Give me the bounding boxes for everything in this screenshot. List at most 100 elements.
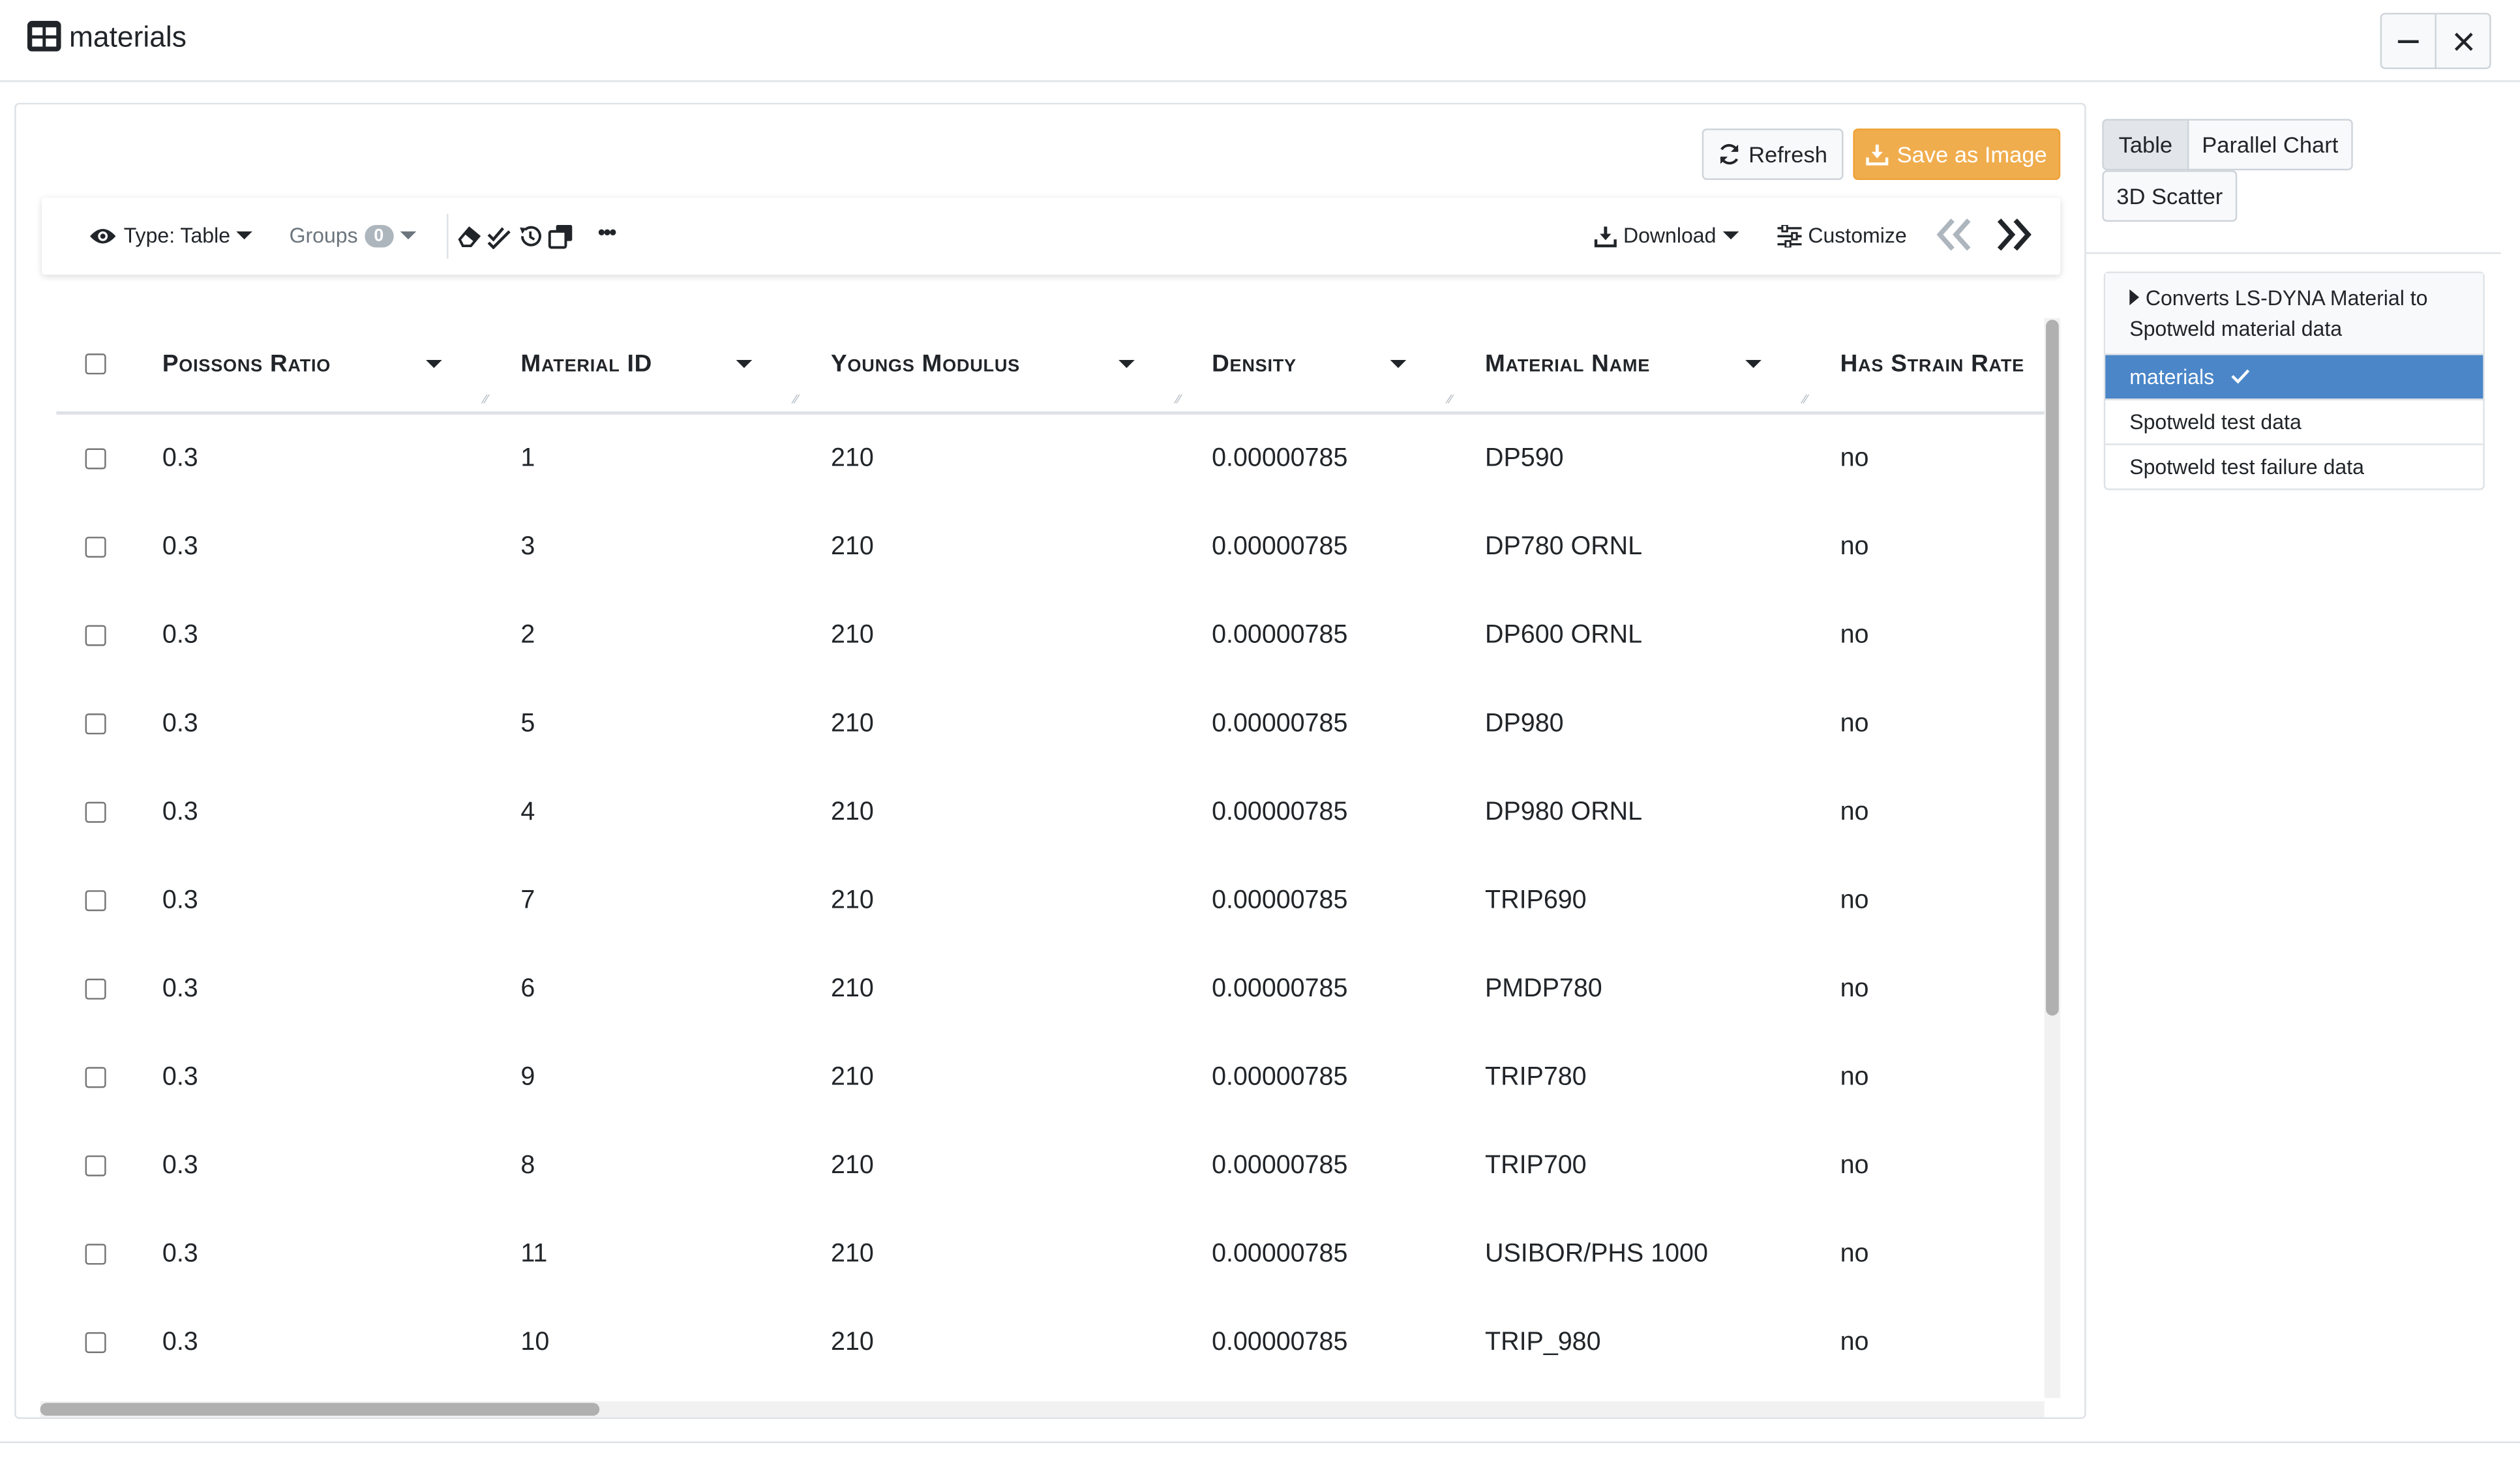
resize-handle[interactable]: ⁄⁄ (1803, 392, 1808, 406)
refresh-icon (1720, 143, 1739, 165)
table-row[interactable]: 0.3 2 210 0.00000785 DP600 ORNL no (56, 591, 2044, 680)
row-checkbox[interactable] (85, 448, 106, 470)
history-icon[interactable] (518, 224, 543, 249)
download-icon (1594, 226, 1617, 247)
close-button[interactable] (2435, 14, 2489, 68)
cell-poissons-ratio: 0.3 (162, 533, 198, 561)
table-row[interactable]: 0.3 9 210 0.00000785 TRIP780 no (56, 1034, 2044, 1122)
more-options-button[interactable]: ••• (598, 220, 617, 245)
groups-dropdown[interactable]: Groups 0 (290, 224, 416, 248)
cell-has-strain-rate: no (1840, 445, 1869, 473)
cell-material-name: DP980 ORNL (1485, 798, 1643, 826)
save-as-image-label: Save as Image (1897, 141, 2047, 168)
bottom-divider (0, 1441, 2520, 1443)
table-row[interactable]: 0.3 5 210 0.00000785 DP980 no (56, 679, 2044, 768)
table-row[interactable]: 0.3 11 210 0.00000785 USIBOR/PHS 1000 no (56, 1210, 2044, 1299)
dataset-item-label: Spotweld test data (2129, 410, 2302, 434)
cell-density: 0.00000785 (1212, 1240, 1348, 1268)
dataset-item-label: Spotweld test failure data (2129, 455, 2364, 479)
download-dropdown[interactable]: Download (1594, 224, 1739, 248)
table-header: Poissons Ratio ⁄⁄ Material ID ⁄⁄ Youngs … (56, 318, 2045, 415)
table-row[interactable]: 0.3 7 210 0.00000785 TRIP690 no (56, 856, 2044, 945)
caret-right-icon (2129, 289, 2139, 306)
cell-has-strain-rate: no (1840, 887, 1869, 915)
cell-poissons-ratio: 0.3 (162, 445, 198, 473)
row-checkbox[interactable] (85, 1155, 106, 1176)
dataset-item-spotweld-test-failure-data[interactable]: Spotweld test failure data (2105, 445, 2483, 489)
cell-material-id: 9 (520, 1064, 535, 1092)
dataset-item-materials[interactable]: materials (2105, 355, 2483, 400)
resize-handle[interactable]: ⁄⁄ (484, 392, 488, 406)
eraser-icon[interactable] (457, 224, 482, 249)
cell-poissons-ratio: 0.3 (162, 710, 198, 738)
sort-caret-icon[interactable] (426, 360, 442, 368)
column-header-material-name[interactable]: Material Name (1485, 350, 1650, 378)
customize-button[interactable]: Customize (1777, 224, 1907, 248)
cell-youngs-modulus: 210 (831, 710, 874, 738)
column-header-poissons-ratio[interactable]: Poissons Ratio (162, 350, 331, 378)
cell-density: 0.00000785 (1212, 710, 1348, 738)
cell-has-strain-rate: no (1840, 1064, 1869, 1092)
groups-label: Groups (289, 223, 358, 248)
cell-material-name: DP600 ORNL (1485, 621, 1643, 649)
column-header-youngs-modulus[interactable]: Youngs Modulus (831, 350, 1020, 378)
resize-handle[interactable]: ⁄⁄ (794, 392, 798, 406)
double-chevron-left-icon[interactable] (1935, 217, 1973, 252)
data-table: Poissons Ratio ⁄⁄ Material ID ⁄⁄ Youngs … (56, 318, 2045, 1398)
column-header-material-id[interactable]: Material ID (520, 350, 652, 378)
row-checkbox[interactable] (85, 713, 106, 735)
table-row[interactable]: 0.3 1 210 0.00000785 DP590 no (56, 415, 2044, 503)
double-chevron-right-icon[interactable] (1994, 217, 2033, 252)
resize-handle[interactable]: ⁄⁄ (1448, 392, 1452, 406)
column-header-has-strain-rate[interactable]: Has Strain Rate (1840, 350, 2024, 378)
close-icon (2453, 31, 2472, 50)
chevron-down-icon (400, 231, 416, 240)
cell-has-strain-rate: no (1840, 1240, 1869, 1268)
sort-caret-icon[interactable] (1745, 360, 1762, 368)
row-checkbox[interactable] (85, 801, 106, 823)
sort-caret-icon[interactable] (1390, 360, 1407, 368)
cell-has-strain-rate: no (1840, 533, 1869, 561)
row-checkbox[interactable] (85, 1067, 106, 1088)
vertical-scroll-thumb[interactable] (2046, 320, 2059, 1016)
resize-handle[interactable]: ⁄⁄ (1177, 392, 1181, 406)
select-all-checkbox[interactable] (85, 353, 106, 375)
minimize-button[interactable] (2382, 14, 2435, 67)
refresh-button[interactable]: Refresh (1702, 128, 1844, 181)
download-icon (1867, 144, 1889, 166)
dataset-group-label: Converts LS-DYNA Material to Spotweld ma… (2129, 286, 2428, 341)
column-header-density[interactable]: Density (1212, 350, 1297, 378)
cell-material-id: 8 (520, 1152, 535, 1180)
row-checkbox[interactable] (85, 537, 106, 558)
cell-has-strain-rate: no (1840, 1328, 1869, 1356)
row-checkbox[interactable] (85, 890, 106, 912)
cell-density: 0.00000785 (1212, 887, 1348, 915)
row-checkbox[interactable] (85, 1332, 106, 1353)
table-row[interactable]: 0.3 10 210 0.00000785 TRIP_980 no (56, 1298, 2044, 1387)
check-icon (2232, 369, 2251, 384)
dataset-group-header[interactable]: Converts LS-DYNA Material to Spotweld ma… (2105, 273, 2483, 355)
horizontal-scroll-thumb[interactable] (40, 1403, 600, 1416)
save-as-image-button[interactable]: Save as Image (1853, 128, 2061, 181)
table-row[interactable]: 0.3 8 210 0.00000785 TRIP700 no (56, 1122, 2044, 1210)
table-row[interactable]: 0.3 4 210 0.00000785 DP980 ORNL no (56, 768, 2044, 857)
row-checkbox[interactable] (85, 978, 106, 1000)
table-row[interactable]: 0.3 3 210 0.00000785 DP780 ORNL no (56, 503, 2044, 591)
cell-has-strain-rate: no (1840, 710, 1869, 738)
type-dropdown[interactable]: Type: Table (89, 224, 253, 248)
cell-material-id: 11 (520, 1240, 548, 1268)
cell-material-id: 6 (520, 975, 535, 1003)
sort-caret-icon[interactable] (736, 360, 753, 368)
view-3d-scatter-button[interactable]: 3D Scatter (2102, 170, 2238, 222)
view-parallel-chart-button[interactable]: Parallel Chart (2187, 119, 2353, 171)
dataset-item-spotweld-test-data[interactable]: Spotweld test data (2105, 400, 2483, 445)
view-table-button[interactable]: Table (2102, 119, 2189, 171)
window-controls (2380, 12, 2491, 69)
check-all-icon[interactable] (487, 224, 513, 249)
cell-material-id: 2 (520, 621, 535, 649)
table-row[interactable]: 0.3 6 210 0.00000785 PMDP780 no (56, 945, 2044, 1034)
row-checkbox[interactable] (85, 625, 106, 646)
sort-caret-icon[interactable] (1118, 360, 1135, 368)
copy-icon[interactable] (548, 224, 573, 249)
row-checkbox[interactable] (85, 1244, 106, 1265)
